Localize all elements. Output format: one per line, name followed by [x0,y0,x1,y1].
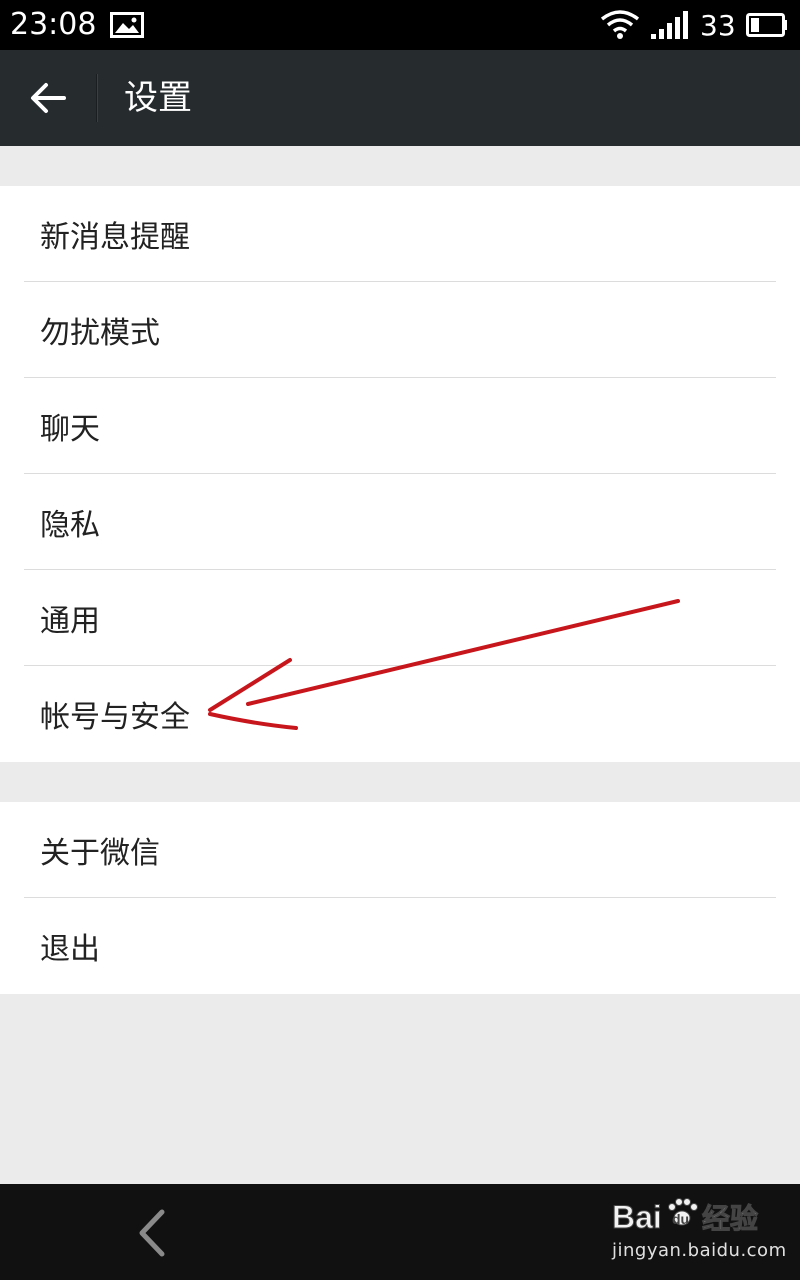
page-title: 设置 [124,78,192,118]
svg-text:经验: 经验 [702,1202,758,1235]
settings-item-do-not-disturb[interactable]: 勿扰模式 [24,282,776,378]
image-icon [110,12,144,38]
settings-item-about-wechat[interactable]: 关于微信 [24,802,776,898]
settings-item-account-security[interactable]: 帐号与安全 [24,666,776,762]
settings-item-new-message-alerts[interactable]: 新消息提醒 [24,186,776,282]
battery-level: 33 [700,9,736,42]
battery-icon [746,13,787,37]
settings-item-label: 通用 [40,603,100,639]
settings-item-label: 新消息提醒 [40,219,190,255]
settings-item-label: 勿扰模式 [40,315,160,351]
settings-group-main: 新消息提醒 勿扰模式 聊天 隐私 通用 帐号与安全 [0,186,800,762]
status-time: 23:08 [10,7,97,42]
svg-text:Bai: Bai [612,1199,662,1235]
settings-item-label: 帐号与安全 [40,700,190,735]
signal-icon [651,11,688,39]
app-bar: 设置 [0,50,800,146]
svg-text:du: du [672,1211,689,1227]
settings-item-privacy[interactable]: 隐私 [24,474,776,570]
wifi-icon [600,10,640,39]
watermark-url: jingyan.baidu.com [612,1240,787,1261]
back-button[interactable] [18,70,78,126]
settings-item-general[interactable]: 通用 [24,570,776,666]
back-arrow-icon [31,83,66,113]
app-bar-divider [96,74,98,122]
settings-item-label: 关于微信 [40,835,160,871]
settings-group-other: 关于微信 退出 [0,802,800,994]
nav-back-icon[interactable] [132,1208,172,1258]
settings-item-logout[interactable]: 退出 [24,898,776,994]
status-bar: 23:08 33 [0,0,800,50]
settings-item-label: 退出 [40,932,100,967]
settings-item-label: 隐私 [40,507,100,543]
settings-item-label: 聊天 [40,411,100,447]
settings-item-chat[interactable]: 聊天 [24,378,776,474]
watermark-logo: Bai du 经验 [612,1198,759,1236]
